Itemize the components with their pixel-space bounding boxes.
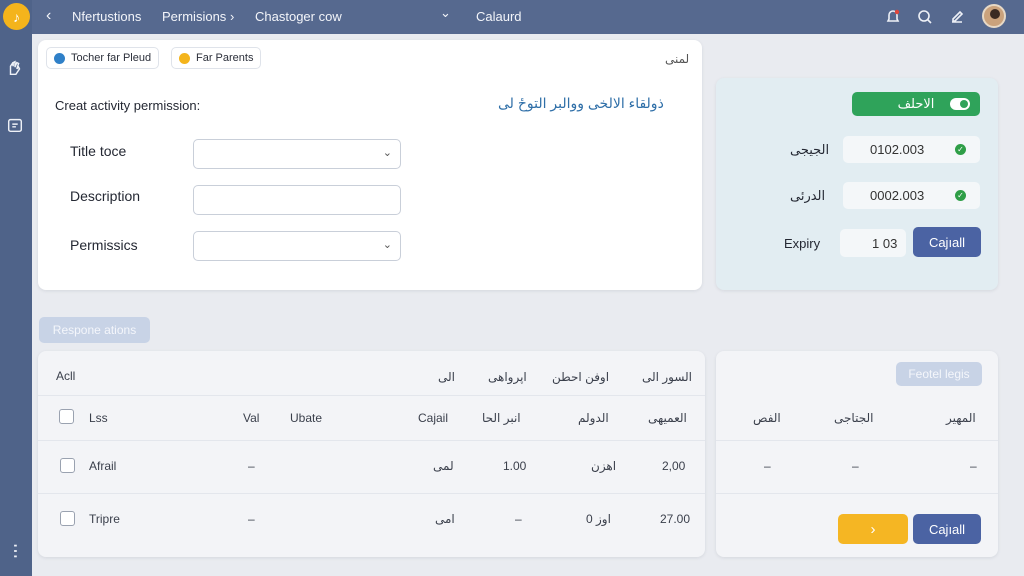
column-header-lss[interactable]: Lss (89, 411, 108, 425)
permissions-table: Acll الی اپرواهی اوفن احطن السور الی Lss… (38, 351, 705, 557)
permissions-field-label: Permissics (70, 237, 138, 253)
row-2-value[interactable]: 0002.003 ✓ (843, 182, 980, 209)
column-header-7[interactable]: العمیهی (648, 411, 687, 425)
row-1-label: الجیجی (790, 142, 830, 157)
breadcrumb-3[interactable]: Chastoger cow (255, 9, 342, 24)
table-top-header-1: Acll (56, 369, 76, 383)
title-select[interactable]: ⌄ (193, 139, 401, 169)
table-row-2-c3: امی (435, 512, 455, 526)
table-row-1-val: – (248, 459, 255, 473)
chevron-down-icon: ⌄ (382, 147, 392, 159)
table-row-1-c5: اهزن (591, 459, 617, 473)
corner-label: لمنی (665, 52, 690, 66)
column-header-4[interactable]: Cajail (418, 411, 448, 425)
breadcrumb-1[interactable]: Nfertustions (72, 9, 141, 24)
expiry-cancel-button[interactable]: Cajıall (913, 227, 981, 257)
dropdown-chevron-icon[interactable]: ⌄ (440, 5, 451, 21)
app-logo[interactable]: ♪ (3, 3, 30, 30)
chip-teacher-label: Tocher far Pleud (71, 52, 152, 64)
avatar[interactable] (982, 4, 1006, 28)
row-checkbox[interactable] (60, 511, 75, 526)
divider (38, 493, 705, 494)
form-heading-rtl: ذولقاء الالخی ووالبر التوځ لی (498, 95, 664, 111)
description-input[interactable] (193, 185, 401, 215)
enable-toggle-button[interactable]: الاحلف (852, 92, 980, 116)
row-checkbox[interactable] (60, 458, 75, 473)
check-icon: ✓ (955, 144, 966, 155)
table-row-1-c3: لمی (433, 459, 454, 473)
row-2-label: الدرئی (790, 188, 826, 203)
permissions-select[interactable]: ⌄ (193, 231, 401, 261)
side-column-3[interactable]: المهیر (946, 411, 976, 425)
divider (38, 440, 705, 441)
column-header-ubate[interactable]: Ubate (290, 411, 322, 425)
breadcrumb-4[interactable]: Calaurd (476, 9, 522, 24)
permission-form-card: Tocher far Pleud Far Parents لمنی Creat … (38, 40, 702, 290)
search-icon[interactable] (916, 8, 934, 26)
table-row-1-c4: 1.00 (503, 459, 527, 473)
chip-parents-label: Far Parents (196, 52, 254, 64)
form-heading: Creat activity permission: (55, 98, 201, 113)
table-top-header-4: اوفن احطن (552, 370, 610, 384)
badge-icon (179, 52, 190, 64)
description-field-label: Description (70, 188, 141, 204)
breadcrumb-sep: › (230, 9, 235, 24)
table-row-2-name: Tripre (89, 512, 120, 526)
hand-icon[interactable] (5, 58, 25, 78)
top-bar: ‹ Nfertustions Permisions › Chastoger co… (32, 0, 1024, 34)
chip-parents[interactable]: Far Parents (171, 47, 262, 69)
expiry-panel: الاحلف الجیجی 0102.003 ✓ الدرئی 0002.003… (716, 78, 998, 290)
chevron-down-icon: ⌄ (382, 239, 392, 251)
toggle-switch[interactable] (950, 98, 970, 110)
column-header-val[interactable]: Val (243, 411, 259, 425)
column-header-5[interactable]: انبر الحا (482, 411, 521, 425)
row-1-value[interactable]: 0102.003 ✓ (843, 136, 980, 163)
globe-icon (54, 52, 65, 64)
table-row-1-name: Afrail (89, 459, 117, 473)
responsibilities-tab[interactable]: Respone ations (39, 317, 150, 343)
enable-button-label: الاحلف (897, 96, 935, 111)
table-top-header-3: اپرواهی (488, 370, 527, 384)
expiry-label: Expiry (784, 236, 821, 251)
chip-teacher[interactable]: Tocher far Pleud (46, 47, 160, 69)
expiry-input[interactable]: 1 03 (840, 229, 906, 257)
breadcrumb-2[interactable]: Permisions (162, 9, 226, 24)
table-top-header-5: السور الی (642, 370, 693, 384)
table-row-1-c6: 2,00 (662, 459, 686, 473)
check-icon: ✓ (955, 190, 966, 201)
table-row-2-c6: 27.00 (660, 512, 691, 526)
select-all-checkbox[interactable] (59, 409, 74, 424)
filter-logic-button[interactable]: Feotel legis (896, 362, 982, 386)
side-table: Feotel legis الفص الجتاجی المهیر – – – ›… (716, 351, 998, 557)
table-row-2-val: – (248, 512, 255, 526)
divider (716, 440, 998, 441)
bell-icon[interactable] (884, 8, 902, 26)
side-column-2[interactable]: الجتاجی (834, 411, 873, 425)
side-row-c2: – (852, 459, 859, 473)
menu-dots-icon[interactable] (5, 541, 25, 561)
divider (38, 395, 705, 396)
expiry-value: 1 03 (872, 235, 898, 251)
table-row-2-c5: 0 اوز (586, 512, 611, 526)
side-row-c1: – (764, 459, 771, 473)
divider (716, 493, 998, 494)
row-2-value-text: 0002.003 (870, 188, 925, 203)
next-button[interactable]: › (838, 514, 908, 544)
side-row-c3: – (970, 459, 977, 473)
box-icon[interactable] (5, 115, 25, 135)
table-row-2-c4: – (515, 512, 522, 526)
left-rail: ♪ (0, 0, 32, 576)
title-field-label: Title toce (70, 143, 127, 159)
cancel-button[interactable]: Cajıall (913, 514, 981, 544)
edit-icon[interactable] (948, 8, 966, 26)
column-header-6[interactable]: الدولم (578, 411, 609, 425)
back-icon[interactable]: ‹ (46, 7, 51, 25)
table-top-header-2: الی (438, 370, 455, 384)
side-column-1[interactable]: الفص (753, 411, 781, 425)
row-1-value-text: 0102.003 (870, 142, 925, 157)
